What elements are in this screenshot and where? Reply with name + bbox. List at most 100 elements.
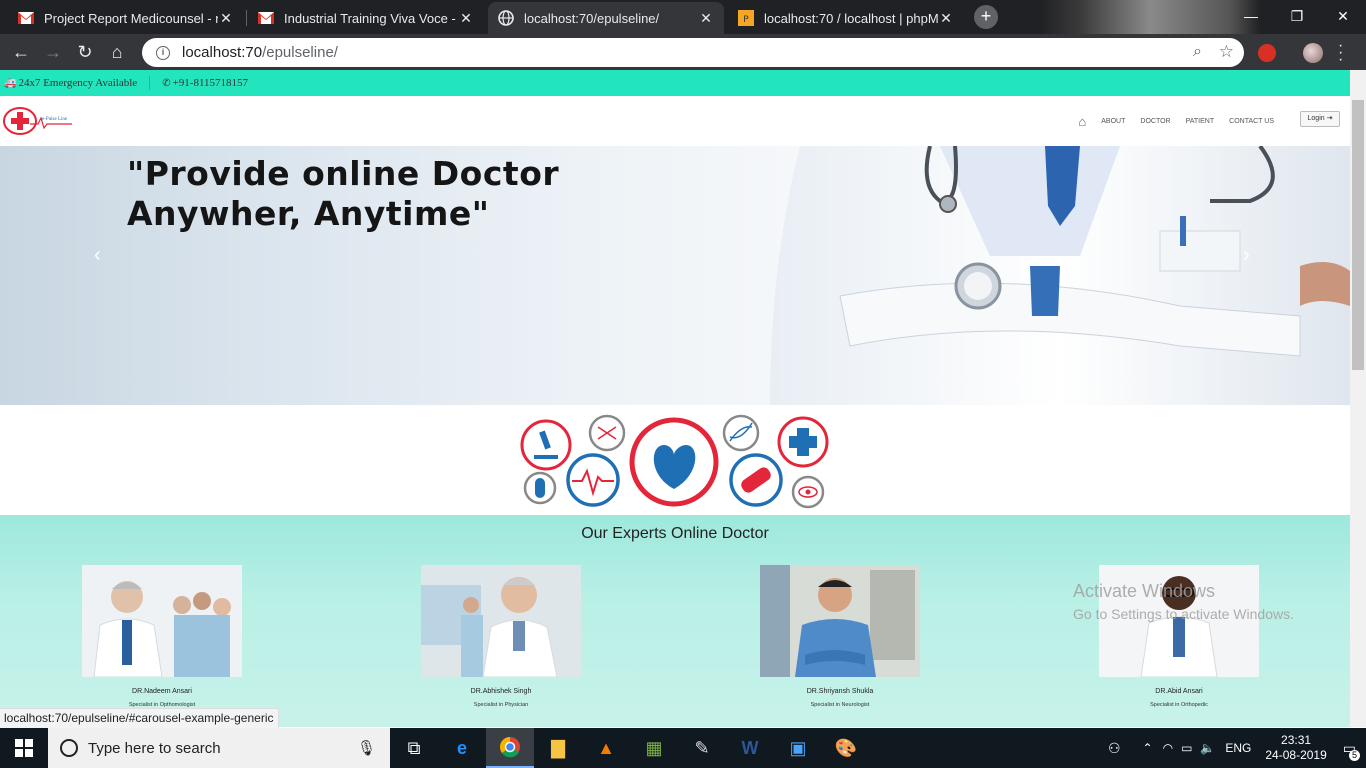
svg-text:P: P [743,15,749,25]
eye-icon [791,475,825,509]
site-navbar: e-Pulse Line ⌂ ABOUT DOCTOR PATIENT CONT… [0,96,1350,146]
nav-item-patient[interactable]: PATIENT [1186,118,1215,125]
gmail-icon [18,10,34,26]
tab-title: localhost:70 / localhost | phpMyA [764,10,938,26]
photos-icon[interactable]: ▣ [774,728,822,768]
dna-icon [722,414,760,452]
windows-logo-icon [15,739,33,757]
minimize-icon[interactable]: — [1228,0,1274,32]
tab-title: Project Report Medicounsel - nac [44,10,218,26]
doctor-specialty: Specialist in Physician [473,702,529,708]
address-url: localhost:70/epulseline/ [182,44,338,61]
activation-watermark-subtitle: Go to Settings to activate Windows. [1073,606,1294,622]
people-icon[interactable]: ⚇ [1108,740,1121,757]
microphone-icon[interactable]: 🎙 [357,739,376,757]
search-circle-icon [60,739,78,757]
bookmark-star-icon[interactable]: ☆ [1219,42,1234,62]
site-logo[interactable]: e-Pulse Line [2,104,74,138]
nav-item-doctor[interactable]: DOCTOR [1140,118,1170,125]
pen-tool-icon[interactable]: ✎ [678,728,726,768]
paint-icon[interactable]: 🎨 [822,728,870,768]
task-view-icon[interactable]: ⧉ [390,728,438,768]
svg-text:e-Pulse Line: e-Pulse Line [42,117,68,122]
emergency-text: 24x7 Emergency Available [18,77,138,89]
close-window-icon[interactable]: ✕ [1320,0,1366,32]
doctor-card[interactable]: DR.Abhishek Singh Specialist in Physicia… [421,565,581,708]
windows-taskbar: Type here to search 🎙 ⧉ e ▇ ▲ ▦ ✎ W ▣ 🎨 … [0,728,1366,768]
close-tab-icon[interactable]: ✕ [938,10,954,27]
gmail-icon [258,10,274,26]
close-tab-icon[interactable]: ✕ [218,10,234,27]
restore-icon[interactable]: ❐ [1274,0,1320,32]
address-bar[interactable]: i localhost:70/epulseline/ ⌕ ☆ [142,38,1244,67]
medical-cross-icon [777,416,829,468]
zoom-icon[interactable]: ⌕ [1193,43,1202,61]
browser-tab[interactable]: Industrial Training Viva Voce - na ✕ [248,2,484,34]
doctor-card[interactable]: DR.Shriyansh Shukla Specialist in Neurol… [760,565,920,708]
doctor-photo [760,565,920,677]
system-clock[interactable]: 23:31 24-08-2019 [1265,733,1326,763]
file-explorer-icon[interactable]: ▇ [534,728,582,768]
hero-headline: "Provide online Doctor Anywher, Anytime" [127,154,560,233]
new-tab-button[interactable]: + [974,5,998,29]
doctor-card[interactable]: DR.Nadeem Ansari Specialist in Opthomolo… [82,565,242,708]
phone-number[interactable]: +91-8115718157 [173,77,248,89]
doctor-name: DR.Shriyansh Shukla [806,688,874,695]
globe-icon [498,10,514,26]
show-hidden-icons[interactable]: ⌃ [1143,741,1153,755]
doctor-specialty: Specialist in Orthopedic [1150,702,1208,708]
profile-avatar[interactable] [1303,43,1323,63]
ambulance-icon: 🚑 [4,77,17,89]
close-tab-icon[interactable]: ✕ [698,10,714,27]
activation-watermark-title: Activate Windows [1073,581,1216,601]
hero-carousel: "Provide online Doctor Anywher, Anytime" … [0,146,1350,405]
spreadsheet-icon[interactable]: ▦ [630,728,678,768]
language-indicator[interactable]: ENG [1225,741,1251,755]
home-icon[interactable]: ⌂ [101,36,133,68]
browser-menu-icon[interactable]: · · · [1338,38,1343,68]
nav-item-contact[interactable]: CONTACT US [1229,118,1274,125]
doctor-name: DR.Abhishek Singh [470,688,532,695]
tab-title: Industrial Training Viva Voce - na [284,10,458,26]
phpmyadmin-icon: P [738,10,754,26]
heartbeat-icon [566,453,620,507]
notification-center-icon[interactable]: ▭ 5 [1343,740,1360,761]
volume-icon[interactable]: 🔈 [1200,741,1215,755]
nav-links: ⌂ ABOUT DOCTOR PATIENT CONTACT US [1063,114,1274,129]
battery-icon[interactable]: ▭ [1181,741,1192,755]
browser-tab[interactable]: P localhost:70 / localhost | phpMyA ✕ [728,2,964,34]
wifi-icon[interactable]: ◠ [1163,741,1173,755]
heart-icon [629,417,719,507]
nav-item-about[interactable]: ABOUT [1101,118,1125,125]
browser-tab-bar: Project Report Medicounsel - nac ✕ Indus… [0,0,1366,34]
scrollbar-thumb[interactable] [1352,100,1364,370]
forward-arrow-icon[interactable]: → [37,36,69,68]
doctor-photo [421,565,581,678]
browser-tab[interactable]: Project Report Medicounsel - nac ✕ [8,2,244,34]
microscope-icon [520,419,572,471]
doctor-name: DR.Nadeem Ansari [132,688,192,695]
taskbar-search-box[interactable]: Type here to search 🎙 [48,728,390,768]
bandage-icon [729,453,783,507]
doctor-specialty: Specialist in Neurologist [810,702,870,708]
phone-icon: ✆ [162,77,171,89]
login-button[interactable]: Login ⇥ [1300,111,1340,127]
carousel-prev-icon[interactable]: ‹ [94,244,101,267]
word-icon[interactable]: W [726,728,774,768]
pill-icon [523,471,557,505]
vlc-icon[interactable]: ▲ [582,728,630,768]
top-info-strip: 🚑 24x7 Emergency Available ✆ +91-8115718… [0,70,1350,96]
edge-icon[interactable]: e [438,728,486,768]
home-nav-icon[interactable]: ⌂ [1078,114,1086,129]
info-icon[interactable]: i [156,45,170,60]
browser-tab-active[interactable]: localhost:70/epulseline/ ✕ [488,2,724,34]
carousel-next-icon[interactable]: › [1243,244,1250,267]
start-button[interactable] [0,728,48,768]
reload-icon[interactable]: ↻ [69,36,101,68]
extension-icon[interactable] [1258,44,1276,62]
search-placeholder: Type here to search [88,739,221,757]
close-tab-icon[interactable]: ✕ [458,10,474,27]
status-bar-url: localhost:70/epulseline/#carousel-exampl… [0,708,279,728]
chrome-icon[interactable] [486,728,534,768]
back-arrow-icon[interactable]: ← [5,36,37,68]
